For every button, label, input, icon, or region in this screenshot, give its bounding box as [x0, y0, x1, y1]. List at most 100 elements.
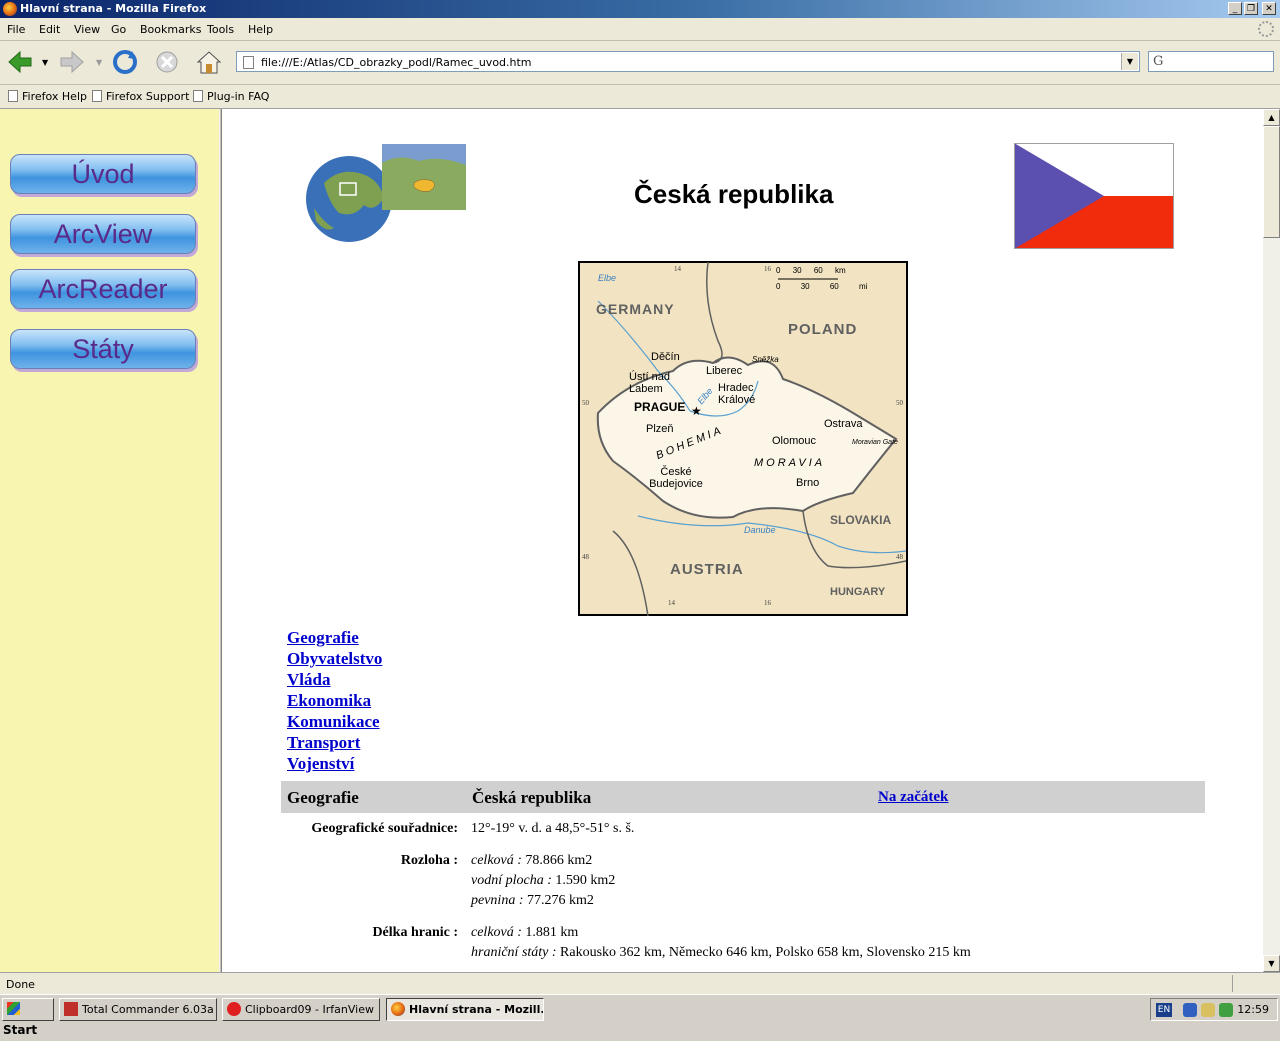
area-total-value: 78.866 km2: [521, 853, 593, 868]
google-icon[interactable]: G: [1153, 54, 1163, 69]
row-value-borders-total: celková : 1.881 km: [471, 925, 578, 941]
row-value-coordinates: 12°-19° v. d. a 48,5°-51° s. š.: [471, 821, 635, 836]
scale-mi-0: 0: [776, 282, 781, 291]
window-title: Hlavní strana - Mozilla Firefox: [20, 2, 207, 15]
map-label-moravia: MORAVIA: [754, 457, 826, 469]
bookmark-label[interactable]: Firefox Support: [106, 90, 189, 103]
bookmark-label[interactable]: Firefox Help: [22, 90, 87, 103]
map-tick-bottom-16: 16: [764, 599, 771, 607]
forward-dropdown-icon[interactable]: ▼: [96, 58, 102, 67]
map-tick-left-50: 50: [582, 399, 589, 407]
area-land-value: 77.276 km2: [523, 893, 594, 908]
toc-link-geografie[interactable]: Geografie: [287, 628, 359, 648]
url-bar[interactable]: file:///E:/Atlas/CD_obrazky_podl/Ramec_u…: [236, 51, 1140, 72]
map-tick-right-50: 50: [896, 399, 903, 407]
search-box[interactable]: G: [1148, 51, 1274, 72]
main-frame: Česká republika GERMANY POLAND SLOVAKIA …: [222, 109, 1263, 972]
menu-bookmarks[interactable]: Bookmarks: [140, 23, 201, 36]
close-button[interactable]: ✕: [1262, 2, 1276, 15]
map-label-hungary: HUNGARY: [830, 586, 886, 598]
map-label-germany: GERMANY: [596, 301, 675, 317]
bookmark-plugin-faq[interactable]: Plug-in FAQ: [193, 90, 269, 103]
sidebar-button-arcview[interactable]: ArcView: [10, 214, 196, 254]
scroll-thumb[interactable]: [1263, 126, 1280, 238]
clock: 12:59: [1237, 1003, 1269, 1016]
irfanview-icon: [227, 1002, 241, 1016]
back-icon[interactable]: [5, 47, 35, 77]
menu-edit[interactable]: Edit: [39, 23, 60, 36]
page-title: Česká republika: [634, 179, 834, 209]
menu-help[interactable]: Help: [248, 23, 273, 36]
url-text[interactable]: file:///E:/Atlas/CD_obrazky_podl/Ramec_u…: [261, 56, 532, 69]
bookmark-page-icon: [8, 90, 18, 102]
scroll-down-icon[interactable]: ▼: [1263, 955, 1280, 972]
map-city-budejovice: České Budejovice: [649, 466, 703, 490]
map-city-olomouc: Olomouc: [772, 435, 817, 447]
windows-logo-icon: [7, 1002, 20, 1015]
status-separator: [1232, 975, 1233, 992]
scale-mi-60: 60 mi: [829, 282, 868, 291]
toc-link-ekonomika[interactable]: Ekonomika: [287, 691, 371, 711]
start-button[interactable]: Start: [2, 998, 54, 1037]
tray-network-icon[interactable]: [1201, 1003, 1215, 1017]
row-label-borders: Délka hranic :: [372, 925, 458, 940]
forward-icon[interactable]: [57, 47, 87, 77]
menu-go[interactable]: Go: [111, 23, 126, 36]
toc-link-obyvatelstvo[interactable]: Obyvatelstvo: [287, 649, 382, 669]
bookmark-firefox-support[interactable]: Firefox Support: [92, 90, 189, 103]
toc-link-transport[interactable]: Transport: [287, 733, 360, 753]
bookmark-page-icon: [193, 90, 203, 102]
menu-file[interactable]: File: [7, 23, 25, 36]
borders-total-key: celková :: [471, 925, 522, 940]
toc-link-vojenstvi[interactable]: Vojenství: [287, 754, 354, 774]
system-tray: EN 12:59: [1150, 998, 1278, 1021]
toc-link-komunikace[interactable]: Komunikace: [287, 712, 380, 732]
map-tick-top-14: 14: [674, 265, 681, 273]
maximize-button[interactable]: ❐: [1244, 2, 1258, 15]
throbber-icon: [1258, 21, 1274, 37]
sidebar-button-staty[interactable]: Státy: [10, 329, 196, 369]
map-river-elbe-north: Elbe: [598, 273, 617, 283]
url-dropdown-icon[interactable]: ▼: [1121, 53, 1138, 70]
scroll-up-icon[interactable]: ▲: [1263, 109, 1280, 126]
back-to-top-link[interactable]: Na začátek: [878, 789, 948, 806]
menu-view[interactable]: View: [74, 23, 100, 36]
sidebar-button-arcreader[interactable]: ArcReader: [10, 269, 196, 309]
map-river-danube: Danube: [744, 525, 776, 535]
map-city-brno: Brno: [796, 477, 820, 489]
taskbar-item-irfanview[interactable]: Clipboard09 - IrfanView: [222, 998, 380, 1021]
map-label-austria: AUSTRIA: [670, 561, 744, 578]
section-header: Geografie Česká republika Na začátek: [281, 781, 1205, 813]
map-tick-right-48: 48: [896, 553, 903, 561]
tray-bell-icon[interactable]: [1183, 1003, 1197, 1017]
task-label: Hlavní strana - Mozill...: [409, 1003, 544, 1016]
bookmark-firefox-help[interactable]: Firefox Help: [8, 90, 87, 103]
toc-link-vlada[interactable]: Vláda: [287, 670, 330, 690]
language-indicator[interactable]: EN: [1156, 1003, 1172, 1017]
row-label-coordinates: Geografické souřadnice:: [311, 821, 458, 836]
map-city-decin: Děčín: [651, 351, 680, 363]
home-icon[interactable]: [194, 47, 224, 77]
bookmark-label[interactable]: Plug-in FAQ: [207, 90, 269, 103]
start-label: Start: [3, 1023, 38, 1037]
czech-flag-image: [1014, 143, 1174, 249]
back-dropdown-icon[interactable]: ▼: [42, 58, 48, 67]
row-label-area: Rozloha :: [400, 853, 458, 868]
minimize-button[interactable]: _: [1228, 2, 1242, 15]
sidebar-button-uvod[interactable]: Úvod: [10, 154, 196, 194]
menu-tools[interactable]: Tools: [207, 23, 234, 36]
firefox-icon: [391, 1002, 405, 1016]
status-bar: Done: [0, 972, 1280, 995]
map-moravian-gate: Moravian Gate: [852, 439, 898, 446]
tray-antivirus-icon[interactable]: [1219, 1003, 1233, 1017]
map-label-slovakia: SLOVAKIA: [830, 513, 892, 527]
taskbar-item-firefox[interactable]: Hlavní strana - Mozill...: [386, 998, 544, 1021]
total-commander-icon: [64, 1002, 78, 1016]
map-label-prague: PRAGUE: [634, 400, 686, 414]
vertical-scrollbar[interactable]: ▲ ▼: [1263, 109, 1280, 972]
map-label-poland: POLAND: [788, 321, 858, 338]
reload-icon[interactable]: [110, 47, 140, 77]
map-tick-left-48: 48: [582, 553, 589, 561]
stop-icon[interactable]: [152, 47, 182, 77]
taskbar-item-total-commander[interactable]: Total Commander 6.03a ...: [59, 998, 217, 1021]
